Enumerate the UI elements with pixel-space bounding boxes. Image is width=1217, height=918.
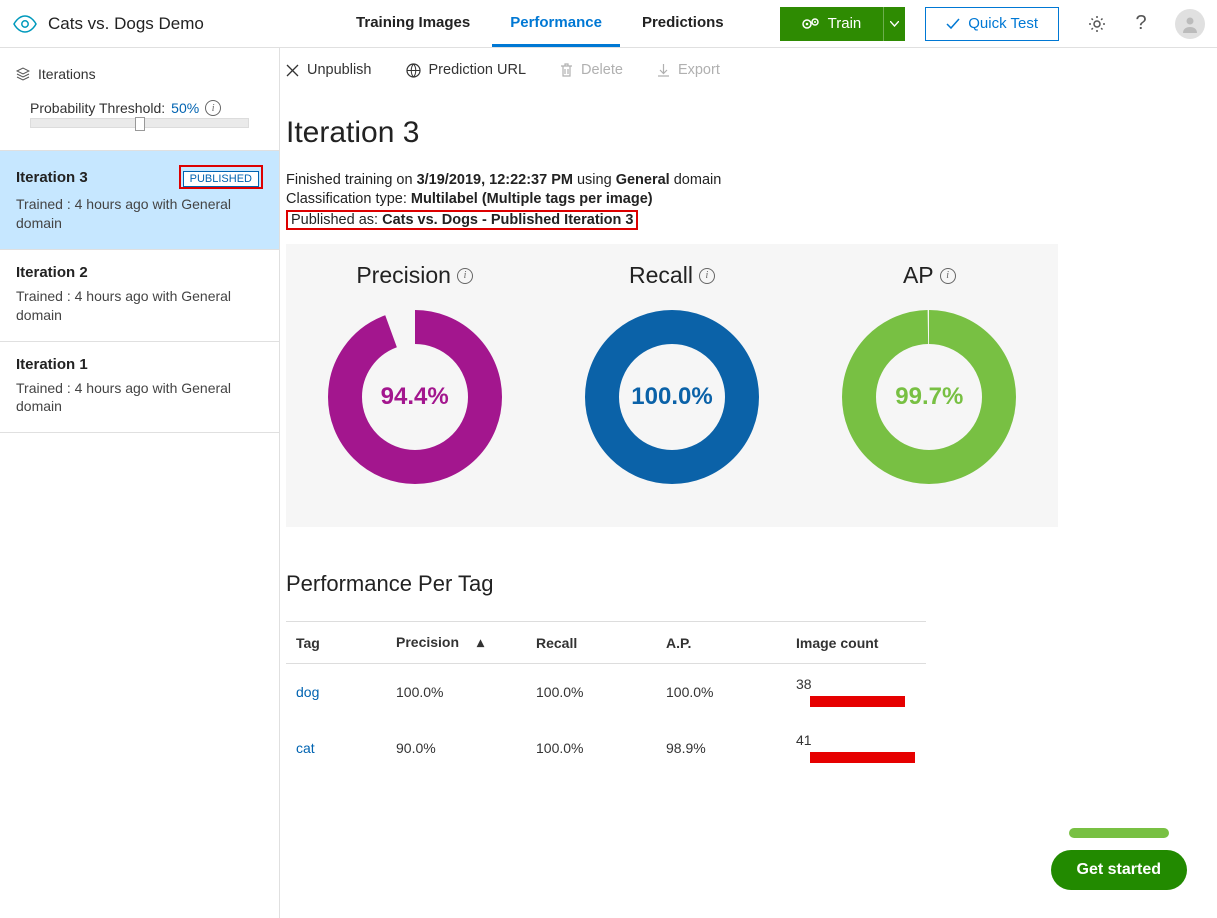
tab-performance[interactable]: Performance xyxy=(492,1,620,47)
iteration-title: Iteration 1 xyxy=(16,356,88,373)
recall-donut: 100.0% xyxy=(582,307,762,487)
train-dropdown-button[interactable] xyxy=(883,7,905,41)
trash-icon xyxy=(560,63,573,78)
threshold-slider[interactable] xyxy=(30,118,249,128)
metrics-panel: Precisioni 94.4% Recalli 100.0% APi xyxy=(286,244,1058,527)
download-icon xyxy=(657,63,670,78)
col-image-count[interactable]: Image count xyxy=(786,622,926,664)
count-bar xyxy=(810,696,905,707)
iteration-subtitle: Trained : 4 hours ago with General domai… xyxy=(16,379,263,417)
performance-per-tag-heading: Performance Per Tag xyxy=(286,571,1217,597)
delete-button: Delete xyxy=(560,62,623,78)
table-row: cat90.0%100.0%98.9%41 xyxy=(286,720,926,776)
export-button: Export xyxy=(657,62,720,78)
brand: Cats vs. Dogs Demo xyxy=(12,14,272,34)
avatar[interactable] xyxy=(1175,9,1205,39)
prediction-url-button[interactable]: Prediction URL xyxy=(406,62,527,78)
person-icon xyxy=(1180,14,1200,34)
info-icon[interactable]: i xyxy=(205,100,221,116)
performance-table: Tag Precision▴ Recall A.P. Image count d… xyxy=(286,621,926,776)
metric-precision: Precisioni 94.4% xyxy=(325,262,505,487)
threshold-value: 50% xyxy=(171,100,199,116)
settings-button[interactable] xyxy=(1079,6,1115,42)
tab-training-images[interactable]: Training Images xyxy=(338,1,488,47)
col-precision[interactable]: Precision▴ xyxy=(386,622,526,664)
content: Iteration 3 Finished training on 3/19/20… xyxy=(280,116,1217,816)
highlight-published-as: Published as: Cats vs. Dogs - Published … xyxy=(286,210,638,230)
col-tag[interactable]: Tag xyxy=(286,622,386,664)
check-icon xyxy=(946,18,960,30)
close-icon xyxy=(286,64,299,77)
help-button[interactable]: ? xyxy=(1123,6,1159,42)
unpublish-button[interactable]: Unpublish xyxy=(286,62,372,78)
probability-threshold: Probability Threshold: 50% i xyxy=(0,92,279,118)
stack-icon xyxy=(16,67,30,81)
train-button-group: Train xyxy=(780,7,906,41)
table-row: dog100.0%100.0%100.0%38 xyxy=(286,664,926,721)
chat-indicator[interactable] xyxy=(1069,828,1169,838)
iteration-subtitle: Trained : 4 hours ago with General domai… xyxy=(16,287,263,325)
count-bar xyxy=(810,752,915,763)
page-title: Iteration 3 xyxy=(286,116,1217,150)
info-icon[interactable]: i xyxy=(940,268,956,284)
published-badge: PUBLISHED xyxy=(183,171,259,187)
main: Unpublish Prediction URL Delete Export I… xyxy=(280,48,1217,918)
eye-icon xyxy=(12,15,38,33)
info-icon[interactable]: i xyxy=(457,268,473,284)
chevron-down-icon xyxy=(890,21,899,27)
question-icon: ? xyxy=(1135,12,1146,35)
sidebar-item-iteration-3[interactable]: Iteration 3 PUBLISHED Trained : 4 hours … xyxy=(0,150,279,250)
sidebar-item-iteration-1[interactable]: Iteration 1 Trained : 4 hours ago with G… xyxy=(0,342,279,434)
col-ap[interactable]: A.P. xyxy=(656,622,786,664)
iterations-header: Iterations xyxy=(0,48,279,92)
info-icon[interactable]: i xyxy=(699,268,715,284)
iteration-toolbar: Unpublish Prediction URL Delete Export xyxy=(280,48,1217,92)
precision-donut: 94.4% xyxy=(325,307,505,487)
ap-donut: 99.7% xyxy=(839,307,1019,487)
tag-link[interactable]: dog xyxy=(296,684,319,700)
iteration-subtitle: Trained : 4 hours ago with General domai… xyxy=(16,195,263,233)
iteration-meta: Finished training on 3/19/2019, 12:22:37… xyxy=(286,172,1217,230)
tab-predictions[interactable]: Predictions xyxy=(624,1,742,47)
highlight-published-badge: PUBLISHED xyxy=(179,165,263,189)
iteration-title: Iteration 2 xyxy=(16,264,88,281)
metric-ap: APi 99.7% xyxy=(839,262,1019,487)
sort-asc-icon: ▴ xyxy=(477,634,484,650)
table-header-row: Tag Precision▴ Recall A.P. Image count xyxy=(286,622,926,664)
get-started-button[interactable]: Get started xyxy=(1051,850,1187,890)
sidebar: Iterations Probability Threshold: 50% i … xyxy=(0,48,280,918)
metric-recall: Recalli 100.0% xyxy=(582,262,762,487)
gear-run-icon xyxy=(802,17,820,31)
slider-thumb[interactable] xyxy=(135,117,145,131)
tag-link[interactable]: cat xyxy=(296,740,315,756)
topbar: Cats vs. Dogs Demo Training Images Perfo… xyxy=(0,0,1217,48)
globe-icon xyxy=(406,63,421,78)
body: Iterations Probability Threshold: 50% i … xyxy=(0,48,1217,918)
iteration-title: Iteration 3 xyxy=(16,169,88,186)
gear-icon xyxy=(1088,15,1106,33)
project-name: Cats vs. Dogs Demo xyxy=(48,14,204,34)
sidebar-item-iteration-2[interactable]: Iteration 2 Trained : 4 hours ago with G… xyxy=(0,250,279,342)
nav: Training Images Performance Predictions xyxy=(338,1,742,47)
col-recall[interactable]: Recall xyxy=(526,622,656,664)
quick-test-button[interactable]: Quick Test xyxy=(925,7,1059,41)
train-button[interactable]: Train xyxy=(780,7,884,41)
